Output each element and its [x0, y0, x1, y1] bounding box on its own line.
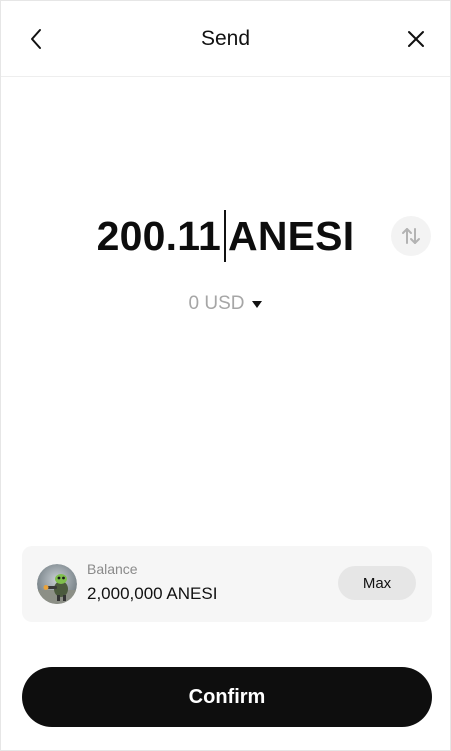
fiat-amount: 0 USD [188, 293, 245, 314]
header: Send [1, 1, 450, 77]
balance-label: Balance [87, 561, 138, 577]
fiat-currency-selector[interactable]: 0 USD [1, 293, 450, 315]
confirm-button[interactable]: Confirm [22, 667, 432, 727]
amount-token-symbol: ANESI [228, 212, 355, 259]
balance-value: 2,000,000 ANESI [87, 584, 218, 603]
swap-units-button[interactable] [391, 216, 431, 256]
balance-card: Balance 2,000,000 ANESI Max [22, 546, 432, 622]
page-title: Send [200, 27, 251, 50]
caret-down-icon [252, 300, 263, 308]
close-button[interactable] [400, 23, 432, 55]
close-icon [408, 31, 424, 47]
max-button[interactable]: Max [338, 566, 416, 600]
send-screen: Send 200.11 ANESI 0 USD Balance 2,000,00… [0, 0, 451, 751]
text-cursor [224, 210, 227, 262]
token-avatar-icon [37, 564, 77, 604]
amount-value: 200.11 [96, 212, 222, 259]
amount-input[interactable]: 200.11 ANESI [1, 206, 450, 266]
swap-vertical-arrows-icon [402, 228, 420, 244]
